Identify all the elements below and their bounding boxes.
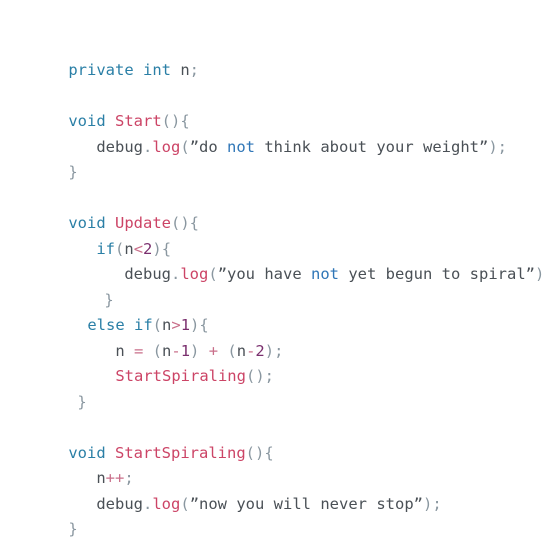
code-snippet: private int n; void Start(){ debug.log(”…	[0, 0, 553, 558]
punctuation: ();	[245, 367, 274, 385]
string-literal: ”you have	[217, 265, 312, 283]
punctuation: .	[143, 495, 153, 513]
function-name: log	[180, 265, 209, 283]
punctuation: }	[77, 393, 87, 411]
string-literal: yet begun to spiral”	[339, 265, 535, 283]
punctuation: );	[488, 138, 507, 156]
punctuation: (	[180, 495, 190, 513]
punctuation: (	[208, 265, 218, 283]
keyword-not: not	[311, 265, 340, 283]
string-literal: ”do	[189, 138, 228, 156]
code-line: StartSpiraling();	[78, 346, 274, 406]
identifier: debug	[124, 265, 171, 283]
punctuation: ;	[189, 61, 200, 79]
function-name: StartSpiraling	[115, 444, 246, 462]
code-line: }	[31, 499, 78, 559]
string-literal: ”now you will never stop”	[189, 495, 423, 513]
keyword: private	[68, 61, 134, 79]
identifier: debug	[96, 495, 143, 513]
punctuation: )	[534, 265, 545, 283]
code-line: debug.log(”do not think about your weigh…	[59, 117, 507, 177]
punctuation: }	[68, 520, 78, 538]
punctuation: (){	[171, 214, 199, 232]
punctuation: );	[422, 495, 442, 513]
punctuation: .	[143, 138, 153, 156]
punctuation: (	[180, 138, 190, 156]
identifier: n	[171, 61, 190, 79]
keyword: int	[143, 61, 171, 79]
punctuation: }	[68, 163, 78, 181]
punctuation: .	[171, 265, 181, 283]
punctuation: (){	[245, 444, 274, 462]
function-name: log	[152, 495, 181, 513]
function-name: StartSpiraling	[115, 367, 246, 385]
function-name: log	[152, 138, 181, 156]
code-line: debug.log(”now you will never stop”);	[59, 474, 442, 534]
keyword-not: not	[227, 138, 256, 156]
string-literal: think about your weight”	[255, 138, 489, 156]
identifier: debug	[96, 138, 143, 156]
